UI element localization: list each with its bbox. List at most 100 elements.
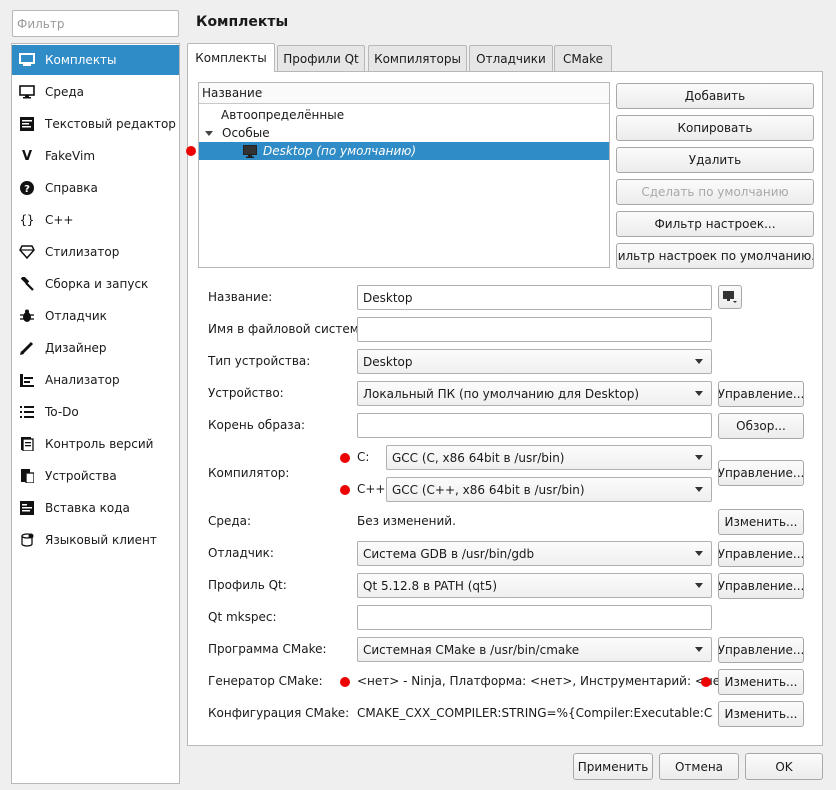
add-button[interactable]: Добавить <box>616 83 814 109</box>
category-text-editor[interactable]: Текстовый редактор <box>12 109 179 139</box>
chevron-down-icon <box>695 647 703 652</box>
tree-item-auto-detected[interactable]: Автоопределённые <box>199 106 609 124</box>
mkspec-label: Qt mkspec: <box>208 610 277 624</box>
device-icon-button[interactable] <box>718 285 742 309</box>
cmake-config-value: CMAKE_CXX_COMPILER:STRING=%{Compiler:Exe… <box>357 706 713 720</box>
tab-compilers[interactable]: Компиляторы <box>368 45 467 71</box>
monitor-icon <box>723 291 737 303</box>
category-analyzer[interactable]: Анализатор <box>12 365 179 395</box>
category-devices[interactable]: Устройства <box>12 461 179 491</box>
expand-arrow-icon[interactable] <box>205 130 213 136</box>
cmake-manage-button[interactable]: Управление... <box>718 637 804 663</box>
version-control-icon <box>19 436 35 452</box>
tree-item-desktop[interactable]: Desktop (по умолчанию) <box>199 142 609 160</box>
default-settings-filter-button[interactable]: Фильтр настроек по умолчанию... <box>616 243 814 269</box>
filter-field[interactable] <box>12 10 179 37</box>
settings-filter-button[interactable]: Фильтр настроек... <box>616 211 814 237</box>
todo-list-icon <box>19 404 35 420</box>
category-debugger[interactable]: Отладчик <box>12 301 179 331</box>
cancel-button[interactable]: Отмена <box>659 753 739 780</box>
combo-value: Локальный ПК (по умолчанию для Desktop) <box>363 386 640 401</box>
cmake-generator-change-button[interactable]: Изменить... <box>718 669 804 695</box>
category-fakevim[interactable]: V FakeVim <box>12 141 179 171</box>
compiler-c-label: C: <box>357 450 370 464</box>
tab-qt-versions[interactable]: Профили Qt <box>277 45 365 71</box>
debugger-manage-button[interactable]: Управление... <box>718 541 804 567</box>
fs-name-field[interactable] <box>357 317 712 342</box>
category-label: Справка <box>45 181 98 195</box>
chevron-down-icon <box>695 551 703 556</box>
remove-button[interactable]: Удалить <box>616 147 814 173</box>
mkspec-field[interactable] <box>357 605 712 630</box>
filter-input[interactable] <box>13 11 178 36</box>
sysroot-field[interactable] <box>357 413 712 438</box>
compiler-c-combo[interactable]: GCC (C, x86 64bit в /usr/bin) <box>386 445 712 470</box>
device-type-combo[interactable]: Desktop <box>357 349 712 374</box>
debugger-combo[interactable]: Система GDB в /usr/bin/gdb <box>357 541 712 566</box>
ok-button[interactable]: OK <box>745 753 823 780</box>
kits-icon <box>19 52 35 68</box>
cmake-generator-value: <нет> - Ninja, Платформа: <нет>, Инструм… <box>357 674 738 688</box>
compiler-manage-button[interactable]: Управление... <box>718 460 804 486</box>
category-snippets[interactable]: Вставка кода <box>12 493 179 523</box>
compiler-label: Компилятор: <box>208 466 290 480</box>
tab-cmake[interactable]: CMake <box>554 45 612 71</box>
category-label: Сборка и запуск <box>45 277 149 291</box>
fakevim-icon: V <box>21 148 33 164</box>
category-build-run[interactable]: Сборка и запуск <box>12 269 179 299</box>
braces-icon: {} <box>19 213 35 227</box>
combo-value: Desktop <box>363 354 413 369</box>
category-label: Дизайнер <box>45 341 107 355</box>
category-label: Вставка кода <box>45 501 130 515</box>
category-language-client[interactable]: Языковый клиент <box>12 525 179 555</box>
category-beautifier[interactable]: Стилизатор <box>12 237 179 267</box>
make-default-button[interactable]: Сделать по умолчанию <box>616 179 814 205</box>
diamond-icon <box>19 244 35 260</box>
category-label: Стилизатор <box>45 245 120 259</box>
chevron-down-icon <box>695 455 703 460</box>
marker-dot <box>701 677 711 687</box>
help-icon: ? <box>19 180 35 196</box>
cmake-tool-combo[interactable]: Системная CMake в /usr/bin/cmake <box>357 637 712 662</box>
compiler-cxx-combo[interactable]: GCC (C++, x86 64bit в /usr/bin) <box>386 477 712 502</box>
kits-tree[interactable]: Название Автоопределённые Особые Desktop… <box>198 82 610 268</box>
qt-manage-button[interactable]: Управление... <box>718 573 804 599</box>
name-field[interactable]: Desktop <box>357 285 712 310</box>
category-todo[interactable]: To-Do <box>12 397 179 427</box>
category-kits[interactable]: Комплекты <box>12 45 179 75</box>
device-combo[interactable]: Локальный ПК (по умолчанию для Desktop) <box>357 381 712 406</box>
bug-icon <box>19 308 35 324</box>
svg-text:?: ? <box>24 184 30 195</box>
category-designer[interactable]: Дизайнер <box>12 333 179 363</box>
tree-header[interactable]: Название <box>199 83 609 104</box>
category-cpp[interactable]: {} C++ <box>12 205 179 235</box>
language-client-icon <box>19 532 35 548</box>
cmake-config-change-button[interactable]: Изменить... <box>718 701 804 727</box>
qt-version-combo[interactable]: Qt 5.12.8 в PATH (qt5) <box>357 573 712 598</box>
device-manage-button[interactable]: Управление... <box>718 381 804 407</box>
cmake-tool-label: Программа CMake: <box>208 642 327 656</box>
browse-button[interactable]: Обзор... <box>718 413 804 439</box>
category-version-control[interactable]: Контроль версий <box>12 429 179 459</box>
pencil-icon <box>19 340 35 356</box>
monitor-icon <box>19 84 35 100</box>
tab-debuggers[interactable]: Отладчики <box>469 45 553 71</box>
category-help[interactable]: ? Справка <box>12 173 179 203</box>
tab-kits[interactable]: Комплекты <box>187 43 275 72</box>
hammer-icon <box>19 276 35 292</box>
category-environment[interactable]: Среда <box>12 77 179 107</box>
debugger-label: Отладчик: <box>208 546 274 560</box>
device-type-label: Тип устройства: <box>208 354 311 368</box>
tree-item-manual[interactable]: Особые <box>199 124 609 142</box>
marker-dot <box>340 485 350 495</box>
apply-button[interactable]: Применить <box>573 753 653 780</box>
category-label: Отладчик <box>45 309 107 323</box>
tree-item-label: Desktop (по умолчанию) <box>263 144 417 158</box>
devices-icon <box>19 468 35 484</box>
combo-value: Qt 5.12.8 в PATH (qt5) <box>363 578 498 593</box>
category-label: To-Do <box>45 405 79 419</box>
analyzer-icon <box>19 372 35 388</box>
chevron-down-icon <box>695 391 703 396</box>
copy-button[interactable]: Копировать <box>616 115 814 141</box>
environment-change-button[interactable]: Изменить... <box>718 509 804 535</box>
